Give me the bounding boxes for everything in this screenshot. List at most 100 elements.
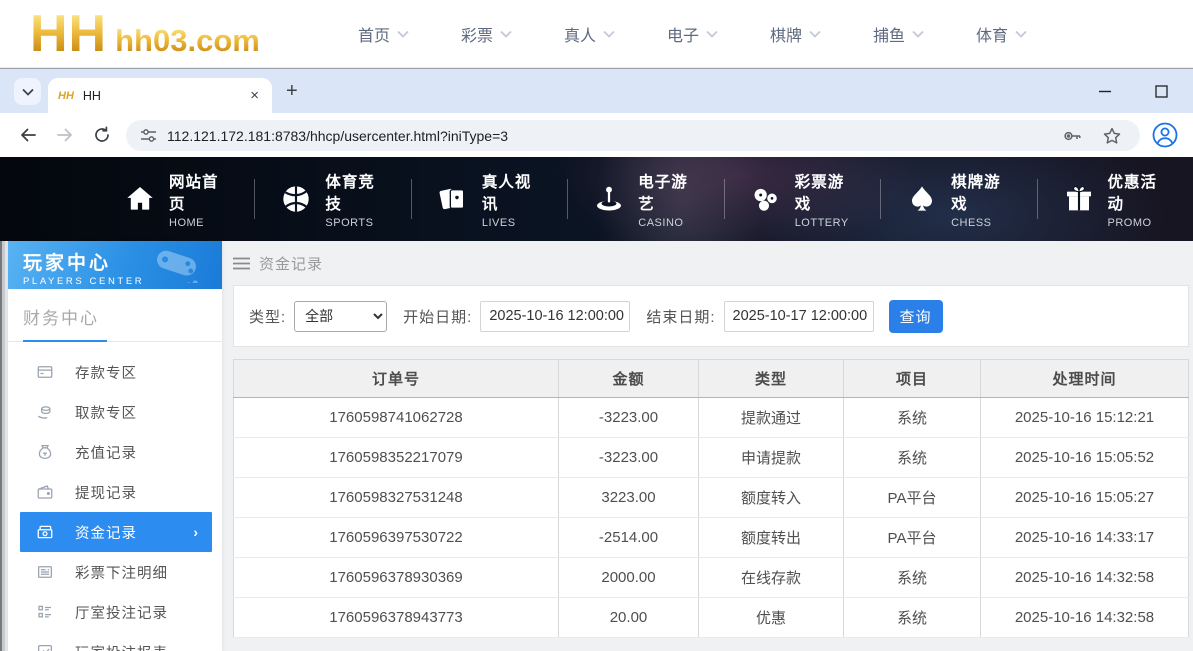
chevron-down-icon: [22, 88, 34, 96]
hamburger-menu-icon[interactable]: [233, 257, 250, 270]
top-nav-label: 首页: [358, 22, 390, 46]
col-project: 项目: [844, 360, 981, 398]
game-nav-zh: 电子游艺: [638, 170, 697, 214]
col-amount: 金额: [559, 360, 699, 398]
sidebar-item-withdrawal-records[interactable]: 提现记录: [8, 472, 222, 512]
game-nav-zh: 棋牌游戏: [951, 170, 1010, 214]
reload-icon: [93, 126, 111, 144]
sidebar-item-hall-bet-records[interactable]: 厅室投注记录: [8, 592, 222, 632]
top-nav-sports[interactable]: 体育: [976, 22, 1079, 46]
reload-button[interactable]: [91, 124, 113, 146]
sidebar-item-label: 存款专区: [75, 362, 137, 383]
minimize-icon: [1098, 84, 1112, 98]
profile-avatar-icon: [1151, 121, 1179, 149]
wallet-icon: [36, 483, 54, 501]
game-nav-lottery[interactable]: 彩票游戏LOTTERY: [724, 157, 880, 241]
top-nav-chess[interactable]: 棋牌: [770, 22, 873, 46]
sidebar-item-lottery-bet-details[interactable]: 彩票下注明细: [8, 552, 222, 592]
url-text: 112.121.172.181:8783/hhcp/usercenter.htm…: [167, 128, 1062, 144]
top-nav-fishing[interactable]: 捕鱼: [873, 22, 976, 46]
game-nav-lives[interactable]: 真人视讯LIVES: [411, 157, 567, 241]
top-nav-label: 彩票: [461, 22, 493, 46]
content-area: 玩家中心 PLAYERS CENTER 财务中心 存款专区 取款专区: [0, 241, 1193, 651]
start-date-input[interactable]: [480, 301, 630, 332]
game-nav-sports[interactable]: 体育竞技SPORTS: [254, 157, 410, 241]
tab-favicon: HH: [58, 90, 74, 102]
chevron-down-icon: [706, 30, 718, 38]
game-nav-en: SPORTS: [325, 217, 384, 229]
password-key-icon[interactable]: [1062, 126, 1082, 146]
withdraw-hand-icon: [36, 403, 54, 421]
breadcrumb: 资金记录: [233, 241, 1189, 285]
cell-project: 系统: [844, 598, 981, 638]
tab-title: HH: [83, 89, 247, 103]
forward-arrow-icon: [56, 126, 74, 144]
col-order-number: 订单号: [234, 360, 559, 398]
chevron-down-icon: [500, 30, 512, 38]
top-nav-live[interactable]: 真人: [564, 22, 667, 46]
top-nav: 首页 彩票 真人 电子 棋牌 捕鱼 体育: [358, 0, 1079, 68]
chevron-down-icon: [603, 30, 615, 38]
home-icon: [124, 183, 156, 215]
top-nav-lottery[interactable]: 彩票: [461, 22, 564, 46]
sidebar: 玩家中心 PLAYERS CENTER 财务中心 存款专区 取款专区: [8, 241, 222, 651]
game-nav-zh: 真人视讯: [482, 170, 541, 214]
funds-icon: [36, 523, 54, 541]
playing-cards-icon: [437, 183, 469, 215]
browser-profile-button[interactable]: [1151, 121, 1179, 149]
chevron-down-icon: [1015, 30, 1027, 38]
tab-search-button[interactable]: [14, 78, 41, 105]
sidebar-item-withdraw[interactable]: 取款专区: [8, 392, 222, 432]
new-tab-button[interactable]: +: [286, 81, 298, 101]
browser-tab[interactable]: HH HH ×: [48, 78, 272, 113]
cell-process-time: 2025-10-16 15:05:52: [981, 438, 1189, 478]
filter-bar: 类型: 全部 开始日期: 结束日期: 查询: [233, 285, 1189, 347]
sports-ball-icon: [280, 183, 312, 215]
web-page: 网站首页HOME 体育竞技SPORTS 真人视讯LIVES 电子游艺CASINO…: [0, 157, 1193, 651]
cell-order-number: 1760596397530722: [234, 518, 559, 558]
game-nav-casino[interactable]: 电子游艺CASINO: [567, 157, 723, 241]
cell-project: 系统: [844, 438, 981, 478]
minimize-button[interactable]: [1091, 77, 1119, 105]
chevron-down-icon: [912, 30, 924, 38]
site-settings-tune-icon: [140, 127, 157, 144]
cell-project: 系统: [844, 558, 981, 598]
sidebar-menu: 存款专区 取款专区 充值记录 提现记录: [8, 346, 222, 651]
forward-button[interactable]: [54, 124, 76, 146]
document-list-icon: [36, 563, 54, 581]
sidebar-item-funds-records[interactable]: 资金记录 ›: [20, 512, 212, 552]
game-nav: 网站首页HOME 体育竞技SPORTS 真人视讯LIVES 电子游艺CASINO…: [0, 157, 1193, 241]
game-nav-zh: 彩票游戏: [795, 170, 854, 214]
back-button[interactable]: [17, 124, 39, 146]
tab-close-icon[interactable]: ×: [247, 87, 262, 104]
type-select[interactable]: 全部: [294, 301, 387, 332]
bookmark-star-icon[interactable]: [1102, 126, 1122, 146]
game-nav-chess[interactable]: 棋牌游戏CHESS: [880, 157, 1036, 241]
cell-type: 优惠: [699, 598, 844, 638]
cell-process-time: 2025-10-16 15:12:21: [981, 398, 1189, 438]
maximize-button[interactable]: [1147, 77, 1175, 105]
url-bar[interactable]: 112.121.172.181:8783/hhcp/usercenter.htm…: [126, 120, 1140, 151]
sidebar-item-label: 提现记录: [75, 482, 137, 503]
top-nav-label: 真人: [564, 22, 596, 46]
table-row: 1760598352217079 -3223.00 申请提款 系统 2025-1…: [234, 438, 1189, 478]
sidebar-item-recharge-records[interactable]: 充值记录: [8, 432, 222, 472]
sidebar-item-player-bet-report[interactable]: 玩家投注报表: [8, 632, 222, 651]
top-nav-slots[interactable]: 电子: [667, 22, 770, 46]
gamepad-icon: [150, 247, 208, 283]
breadcrumb-title: 资金记录: [259, 253, 323, 274]
site-logo[interactable]: HH hh03.com: [30, 8, 260, 60]
cell-amount: -3223.00: [559, 438, 699, 478]
sidebar-item-deposit[interactable]: 存款专区: [8, 352, 222, 392]
tab-strip: HH HH × +: [0, 69, 1193, 113]
top-nav-home[interactable]: 首页: [358, 22, 461, 46]
game-nav-home[interactable]: 网站首页HOME: [98, 157, 254, 241]
cell-amount: 2000.00: [559, 558, 699, 598]
main-panel: 资金记录 类型: 全部 开始日期: 结束日期: 查询: [222, 241, 1193, 651]
search-button[interactable]: 查询: [889, 300, 943, 333]
end-date-input[interactable]: [724, 301, 874, 332]
sidebar-item-label: 厅室投注记录: [75, 602, 168, 623]
col-type: 类型: [699, 360, 844, 398]
game-nav-promo[interactable]: 优惠活动PROMO: [1037, 157, 1193, 241]
cell-type: 额度转入: [699, 478, 844, 518]
